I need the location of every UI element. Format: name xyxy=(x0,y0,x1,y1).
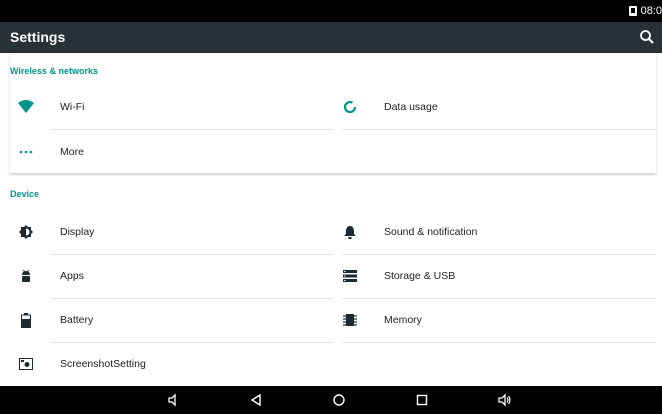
settings-item-label: Storage & USB xyxy=(384,270,456,282)
storage-icon xyxy=(334,270,366,282)
settings-item-sound[interactable]: Sound & notification xyxy=(334,210,656,254)
wireless-section: Wireless & networks Wi-Fi Data usage Mor… xyxy=(10,53,656,173)
settings-item-label: Display xyxy=(60,226,95,238)
settings-item-label: Data usage xyxy=(384,101,438,113)
recents-button[interactable] xyxy=(413,391,431,409)
sim-card-icon xyxy=(628,6,637,16)
settings-item-apps[interactable]: Apps xyxy=(10,254,330,298)
recents-icon xyxy=(416,394,428,406)
section-header-wireless: Wireless & networks xyxy=(10,66,98,76)
settings-item-more[interactable]: More xyxy=(10,130,330,174)
wifi-icon xyxy=(10,100,42,114)
device-section: Device Display Sound & notification Apps… xyxy=(10,176,656,386)
settings-item-wifi[interactable]: Wi-Fi xyxy=(10,85,330,129)
bell-icon xyxy=(334,225,366,239)
brightness-icon xyxy=(10,225,42,239)
settings-item-display[interactable]: Display xyxy=(10,210,330,254)
volume-up-button[interactable] xyxy=(496,391,514,409)
section-header-device: Device xyxy=(10,189,40,199)
divider xyxy=(342,342,656,343)
android-icon xyxy=(10,269,42,283)
divider xyxy=(342,129,656,130)
settings-item-data-usage[interactable]: Data usage xyxy=(334,85,656,129)
back-icon xyxy=(250,393,261,407)
volume-down-icon xyxy=(168,393,176,407)
status-icons: 08:0 xyxy=(628,0,662,22)
navigation-bar xyxy=(0,386,662,414)
search-icon xyxy=(640,30,654,44)
settings-item-label: Sound & notification xyxy=(384,226,478,238)
settings-item-label: Memory xyxy=(384,314,422,326)
settings-item-label: More xyxy=(60,146,84,158)
screenshot-icon xyxy=(10,358,42,370)
settings-item-label: Wi-Fi xyxy=(60,101,85,113)
data-usage-icon xyxy=(334,100,366,114)
settings-item-battery[interactable]: Battery xyxy=(10,298,330,342)
battery-icon xyxy=(10,312,42,328)
home-button[interactable] xyxy=(330,391,348,409)
memory-icon xyxy=(334,313,366,327)
status-time: 08:0 xyxy=(640,5,662,17)
settings-item-label: ScreenshotSetting xyxy=(60,358,146,370)
back-button[interactable] xyxy=(247,391,265,409)
app-toolbar: Settings xyxy=(0,22,662,53)
settings-item-storage[interactable]: Storage & USB xyxy=(334,254,656,298)
settings-item-screenshot[interactable]: ScreenshotSetting xyxy=(10,342,330,386)
settings-item-memory[interactable]: Memory xyxy=(334,298,656,342)
search-button[interactable] xyxy=(638,28,656,46)
more-icon xyxy=(10,150,42,154)
status-bar: 08:0 xyxy=(0,0,662,22)
volume-up-icon xyxy=(498,393,511,407)
volume-down-button[interactable] xyxy=(164,391,182,409)
home-icon xyxy=(333,394,345,406)
settings-item-label: Apps xyxy=(60,270,84,282)
settings-item-label: Battery xyxy=(60,314,94,326)
page-title: Settings xyxy=(10,29,66,45)
